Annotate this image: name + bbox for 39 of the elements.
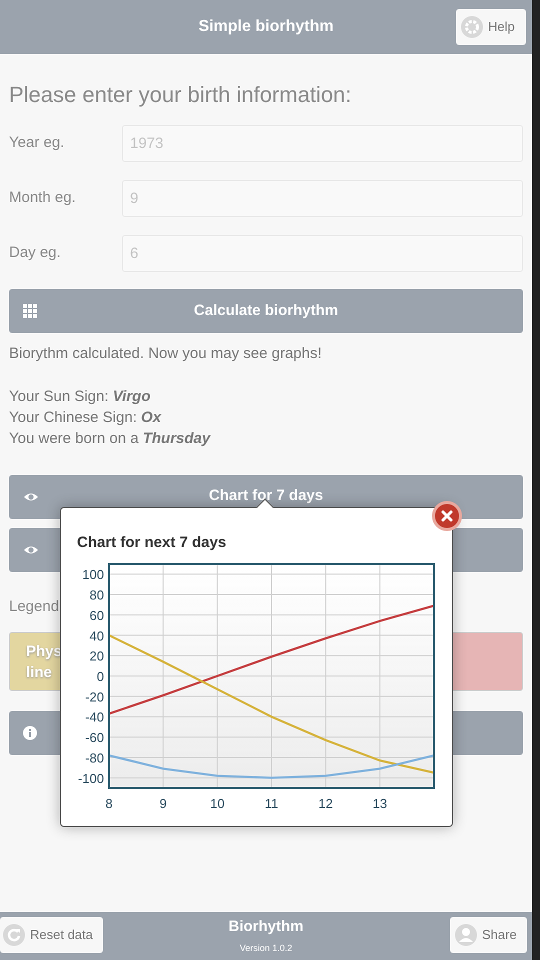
reset-button[interactable]: Reset data xyxy=(0,917,103,953)
help-button[interactable]: Help xyxy=(456,9,526,45)
legend-title: Legend xyxy=(9,596,60,616)
y-tick-label: -20 xyxy=(85,689,104,704)
y-tick-label: 100 xyxy=(82,567,104,582)
gear-icon xyxy=(461,16,483,38)
refresh-icon xyxy=(3,924,25,946)
app-title: Simple biorhythm xyxy=(198,17,334,37)
user-icon xyxy=(455,924,477,946)
y-tick-label: -80 xyxy=(85,750,104,766)
share-button[interactable]: Share xyxy=(450,917,527,953)
result-line: Your Sun Sign: Virgo xyxy=(9,386,152,406)
result-line: You were born on a Thursday xyxy=(9,428,212,448)
status-text: Biorythm calculated. Now you may see graphs! xyxy=(9,344,323,364)
x-tick-label: 13 xyxy=(372,796,388,811)
popup-title: Chart for next 7 days xyxy=(77,533,226,553)
grid-icon xyxy=(23,304,37,318)
form-heading: Please enter your birth information: xyxy=(9,81,352,109)
field-label: Year eg. xyxy=(9,133,66,154)
y-tick-label: -40 xyxy=(85,710,104,725)
calculate-button[interactable]: Calculate biorhythm xyxy=(9,289,523,333)
y-tick-label: 0 xyxy=(96,669,104,684)
x-tick-label: 10 xyxy=(210,796,225,811)
x-tick-label: 11 xyxy=(264,796,278,811)
y-tick-label: 20 xyxy=(90,648,104,664)
field-label: Month eg. xyxy=(9,188,77,208)
y-tick-label: -60 xyxy=(85,730,104,746)
footer-title: Biorhythm xyxy=(228,918,304,936)
version-text: Version 1.0.2 xyxy=(240,942,292,955)
x-tick-label: 8 xyxy=(105,796,113,811)
close-icon xyxy=(441,510,453,522)
field-label: Day eg. xyxy=(9,243,62,264)
result-line: Your Chinese Sign: Ox xyxy=(9,408,162,428)
x-tick-label: 12 xyxy=(318,796,333,811)
y-tick-label: 80 xyxy=(90,588,104,603)
y-tick-label: -100 xyxy=(78,770,104,786)
y-tick-label: 60 xyxy=(90,608,104,623)
x-tick-label: 9 xyxy=(160,796,167,811)
info-icon xyxy=(23,726,37,740)
